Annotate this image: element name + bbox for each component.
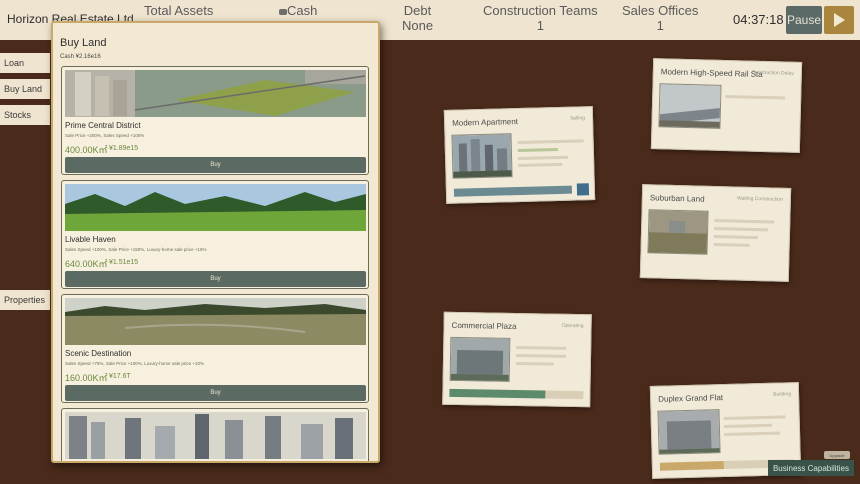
card-title: Duplex Grand Flat: [658, 393, 724, 404]
card-title: Commercial Plaza: [451, 320, 517, 331]
land-image: [65, 412, 366, 459]
card-info-line: [713, 242, 750, 247]
modal-title: Buy Land: [60, 37, 107, 49]
land-image: [65, 298, 366, 345]
nav-buy-land[interactable]: Buy Land: [0, 79, 50, 99]
upgrade-badge: Upgrade: [824, 451, 850, 459]
property-image: [658, 83, 722, 129]
card-info-line: [723, 415, 786, 421]
card-info-line: [725, 94, 786, 100]
land-item-livable-haven: Livable Haven Sales Speed +100%, Sale Pr…: [61, 180, 369, 289]
card-status: Operating: [561, 322, 584, 330]
card-info-line: [714, 226, 769, 232]
nav-properties-label: Properties: [4, 295, 46, 305]
card-action-button[interactable]: [576, 183, 590, 196]
card-status: Selling: [569, 115, 586, 122]
property-image: [647, 209, 709, 255]
card-info-line: [518, 155, 569, 161]
pause-button[interactable]: Pause: [786, 6, 822, 34]
buy-land-modal: Buy Land Cash ¥2.16e16 Prime Central Dis…: [51, 21, 380, 463]
land-name: Livable Haven: [65, 235, 116, 244]
land-price: ¥1.89e15: [109, 145, 139, 152]
card-status: Waiting Construction: [736, 195, 783, 203]
nav-stocks-label: Stocks: [4, 110, 32, 120]
land-item-prime-central: Prime Central District Sale Price +200%,…: [61, 66, 369, 175]
construction-teams-value: 1: [536, 18, 544, 33]
construction-teams-label: Construction Teams: [483, 3, 598, 18]
land-item-scenic-destination: Scenic Destination Sales Speed +75%, Sal…: [61, 294, 369, 403]
buy-button[interactable]: Buy: [65, 157, 366, 173]
cash-label: Cash: [279, 3, 317, 18]
card-info-line: [714, 218, 775, 224]
card-title: Suburban Land: [649, 193, 705, 204]
construction-teams-stat: Construction Teams 1: [483, 3, 598, 33]
land-name: Scenic Destination: [65, 349, 132, 358]
nav-loan[interactable]: Loan: [0, 53, 50, 73]
nav-loan-label: Loan: [4, 58, 25, 68]
debt-value: None: [402, 18, 434, 33]
card-info-line: [517, 147, 558, 153]
property-card-suburban-land[interactable]: Suburban Land Waiting Construction: [639, 184, 792, 282]
property-image: [657, 409, 721, 455]
sales-offices-value: 1: [656, 18, 664, 33]
sales-offices-stat: Sales Offices 1: [622, 3, 698, 33]
card-progress-remaining: [545, 390, 584, 400]
total-assets-label: Total Assets: [144, 3, 214, 18]
card-progress-bar: [453, 185, 573, 197]
card-info-line: [723, 423, 772, 429]
card-info-line: [724, 431, 781, 437]
nav-properties[interactable]: Properties: [0, 290, 50, 310]
business-capabilities-button[interactable]: Business Capabilities: [768, 460, 854, 476]
land-price: ¥17.6T: [109, 373, 131, 380]
property-image: [451, 133, 513, 179]
card-title: Modern Apartment: [452, 117, 519, 128]
card-info-line: [518, 162, 563, 168]
buy-button[interactable]: Buy: [65, 271, 366, 287]
card-title: Modern High-Speed Rail Sta: [660, 67, 763, 79]
buy-button[interactable]: Buy: [65, 385, 366, 401]
property-card-high-speed-rail[interactable]: Modern High-Speed Rail Sta Construction …: [650, 58, 803, 153]
card-info-line: [517, 139, 584, 145]
debt-label: Debt: [403, 3, 432, 18]
land-price: ¥1.51e15: [109, 259, 139, 266]
card-status: Building: [773, 391, 792, 398]
cash-stat: Cash: [279, 3, 317, 18]
land-description: Sale Price +200%, Sales Speed +100%: [65, 133, 145, 138]
sales-offices-label: Sales Offices: [622, 3, 699, 18]
property-card-modern-apartment[interactable]: Modern Apartment Selling: [443, 106, 596, 204]
debt-stat: Debt None: [402, 3, 433, 33]
card-info-line: [516, 353, 567, 358]
land-description: Sales Speed +75%, Sale Price +100%, Luxu…: [65, 361, 204, 366]
land-item-partial: [61, 408, 369, 461]
card-progress-bar: [449, 388, 546, 399]
card-progress-bar: [659, 461, 725, 471]
property-card-commercial-plaza[interactable]: Commercial Plaza Operating: [442, 311, 592, 408]
land-area: 400.00K㎡: [65, 145, 108, 155]
card-status: Construction Delay: [751, 69, 794, 77]
play-icon: [833, 13, 845, 27]
land-name: Prime Central District: [65, 121, 141, 130]
land-area: 160.00K㎡: [65, 373, 108, 383]
modal-cash: Cash ¥2.16e16: [60, 54, 101, 60]
total-assets-stat: Total Assets: [144, 3, 213, 18]
card-info-line: [516, 345, 567, 350]
nav-stocks[interactable]: Stocks: [0, 105, 50, 125]
land-image: [65, 70, 366, 117]
play-button[interactable]: [824, 6, 854, 34]
game-clock: 04:37:18: [733, 12, 784, 27]
land-image: [65, 184, 366, 231]
cash-icon: [279, 8, 287, 15]
land-description: Sales Speed +100%, Sale Price +150%, Lux…: [65, 247, 207, 252]
nav-buy-land-label: Buy Land: [4, 84, 43, 94]
card-info-line: [515, 361, 554, 366]
land-area: 640.00K㎡: [65, 259, 108, 269]
property-image: [449, 336, 511, 382]
card-info-line: [713, 234, 758, 240]
